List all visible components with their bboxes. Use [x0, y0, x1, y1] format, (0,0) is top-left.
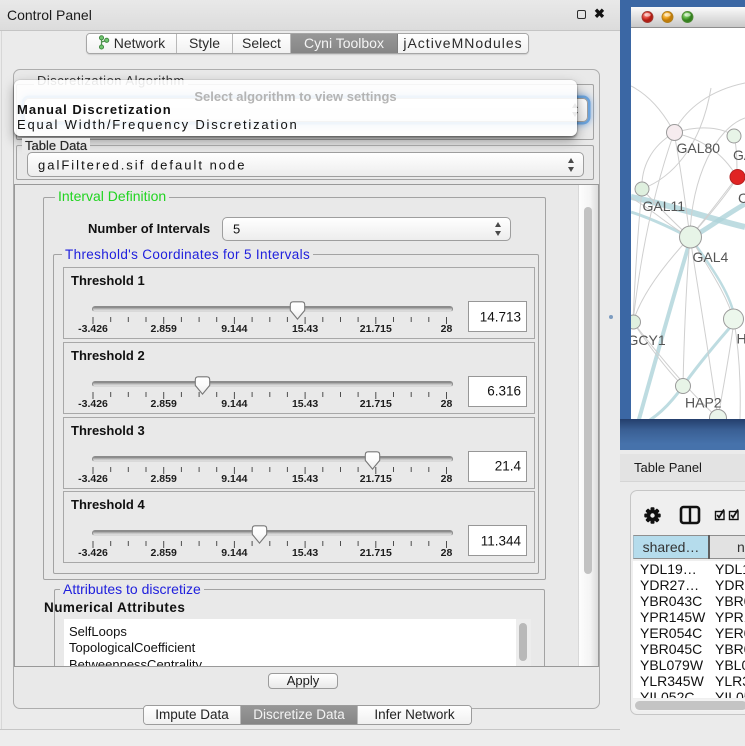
svg-text:GAL11: GAL11 — [643, 198, 686, 214]
svg-text:HAP2: HAP2 — [685, 395, 722, 411]
svg-text:C: C — [738, 190, 745, 206]
svg-text:GCY1: GCY1 — [631, 332, 666, 348]
svg-text:H: H — [737, 331, 745, 347]
svg-text:GA: GA — [733, 147, 745, 163]
svg-text:GAL4: GAL4 — [693, 249, 729, 265]
svg-text:GAL80: GAL80 — [677, 140, 721, 156]
